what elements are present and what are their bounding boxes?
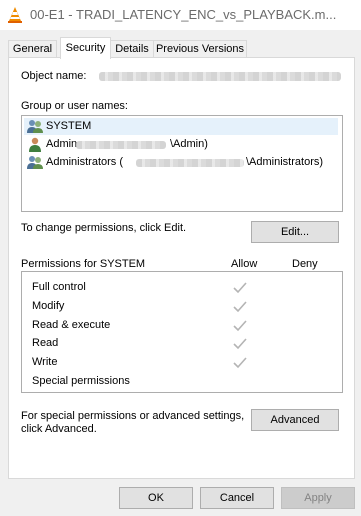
ok-button[interactable]: OK — [119, 487, 193, 509]
user-name-administrators-prefix: Administrators ( — [46, 156, 124, 168]
tab-details[interactable]: Details — [110, 40, 154, 58]
group-domain-redacted — [136, 159, 244, 167]
permissions-list: Full control Modify Read & execute Read … — [21, 271, 343, 393]
permission-row-write: Write — [32, 356, 58, 368]
window-title: 00-E1 - TRADI_LATENCY_ENC_vs_PLAYBACK.m.… — [30, 7, 337, 22]
tab-previous-versions[interactable]: Previous Versions — [153, 40, 247, 58]
object-name-value-redacted — [99, 72, 341, 81]
permission-row-special-permissions: Special permissions — [32, 375, 130, 387]
users-group-icon — [27, 120, 43, 133]
security-panel: Object name: Group or user names: SYSTEM… — [8, 57, 355, 479]
user-name-system: SYSTEM — [46, 120, 92, 132]
tab-security[interactable]: Security — [60, 37, 111, 59]
permissions-for-label: Permissions for SYSTEM — [21, 258, 146, 270]
permission-row-full-control: Full control — [32, 281, 86, 293]
user-name-admin-suffix: \Admin) — [170, 138, 208, 150]
check-icon — [233, 282, 247, 294]
deny-column-header: Deny — [292, 258, 318, 270]
advanced-text-line2: click Advanced. — [21, 423, 97, 435]
change-permissions-text: To change permissions, click Edit. — [21, 222, 187, 234]
group-or-user-names-label: Group or user names: — [21, 100, 128, 112]
apply-button[interactable]: Apply — [281, 487, 355, 509]
cancel-button[interactable]: Cancel — [200, 487, 274, 509]
advanced-button[interactable]: Advanced — [251, 409, 339, 431]
allow-column-header: Allow — [231, 258, 258, 270]
user-domain-redacted — [76, 141, 166, 149]
check-icon — [233, 338, 247, 350]
advanced-text-line1: For special permissions or advanced sett… — [21, 410, 245, 422]
user-name-admin-prefix: Admin — [46, 138, 78, 150]
user-icon — [29, 137, 41, 152]
permission-row-read-execute: Read & execute — [32, 319, 111, 331]
user-name-administrators-suffix: \Administrators) — [246, 156, 324, 168]
edit-button[interactable]: Edit... — [251, 221, 339, 243]
check-icon — [233, 301, 247, 313]
list-item-system[interactable]: SYSTEM — [24, 118, 338, 135]
permission-row-read: Read — [32, 337, 59, 349]
tab-general[interactable]: General — [8, 40, 57, 58]
users-group-icon — [27, 156, 43, 169]
vlc-cone-icon — [8, 7, 22, 23]
permission-row-modify: Modify — [32, 300, 65, 312]
user-list[interactable]: SYSTEM Admin \Admin) Administrators ( \A… — [21, 115, 343, 212]
object-name-label: Object name: — [21, 70, 87, 82]
check-icon — [233, 320, 247, 332]
title-bar: 00-E1 - TRADI_LATENCY_ENC_vs_PLAYBACK.m.… — [0, 0, 361, 30]
check-icon — [233, 357, 247, 369]
